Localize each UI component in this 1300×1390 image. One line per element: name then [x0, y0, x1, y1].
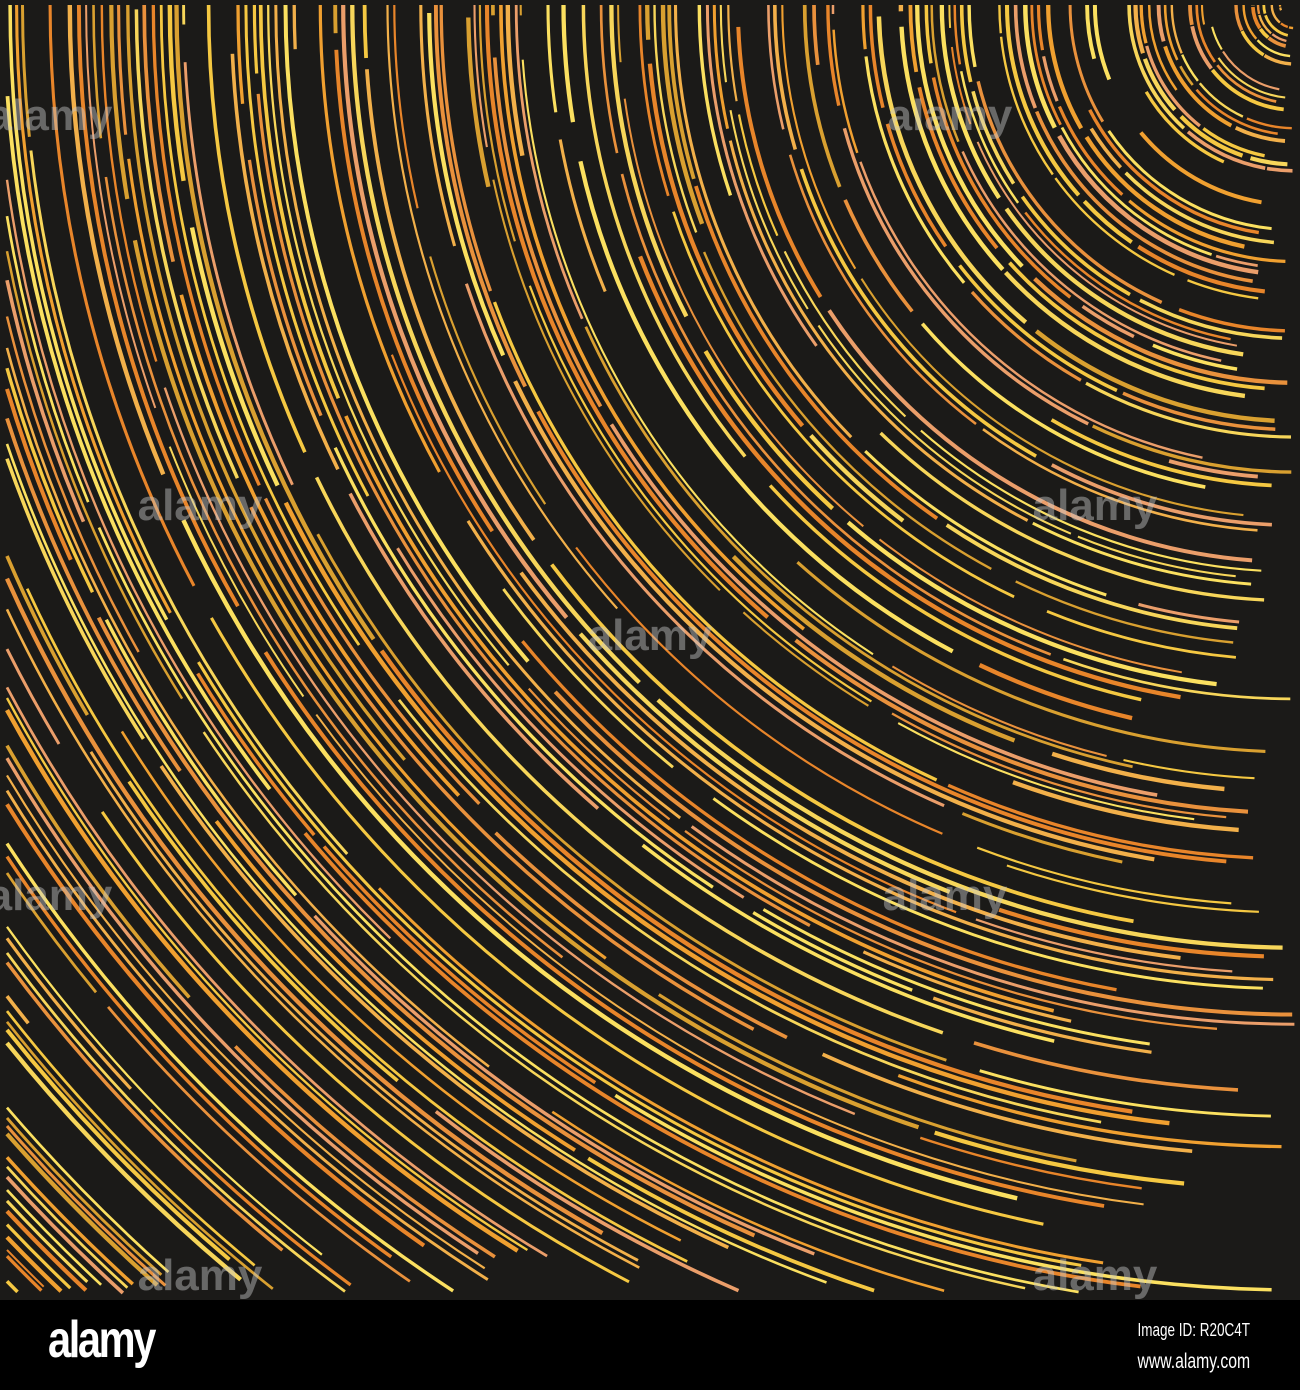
footer-bar: alamy Image ID: R20C4T www.alamy.com — [0, 1300, 1300, 1390]
stock-image: alamy alamy alamy alamy alamy alamy alamy alamy… — [0, 0, 1300, 1390]
arc-stroke — [1279, 7, 1283, 11]
watermark: alamy — [1033, 481, 1158, 530]
watermark: alamy — [0, 91, 113, 140]
watermark: alamy — [888, 91, 1013, 140]
concentric-arcs-artwork: alamy alamy alamy alamy alamy alamy alamy alamy… — [0, 0, 1300, 1300]
arc-stroke — [645, 4, 651, 40]
arc-stroke — [362, 4, 368, 59]
arc-stroke — [292, 4, 297, 50]
arc-stroke — [1262, 4, 1267, 14]
image-id-label: Image ID: R20C4T — [1137, 1320, 1250, 1340]
watermark: alamy — [138, 1251, 263, 1300]
alamy-logo: alamy — [48, 1311, 156, 1369]
watermark: alamy — [138, 481, 263, 530]
arc-stroke — [1288, 26, 1294, 30]
watermark: alamy — [1033, 1251, 1158, 1300]
arc-stroke — [998, 4, 1002, 34]
website-link[interactable]: www.alamy.com — [1137, 1350, 1250, 1374]
watermark: alamy — [588, 611, 713, 660]
arc-stroke — [1188, 4, 1194, 26]
watermark: alamy — [883, 871, 1008, 920]
arc-stroke — [1256, 4, 1261, 15]
watermark: alamy — [0, 871, 113, 920]
arc-stroke — [948, 4, 952, 28]
